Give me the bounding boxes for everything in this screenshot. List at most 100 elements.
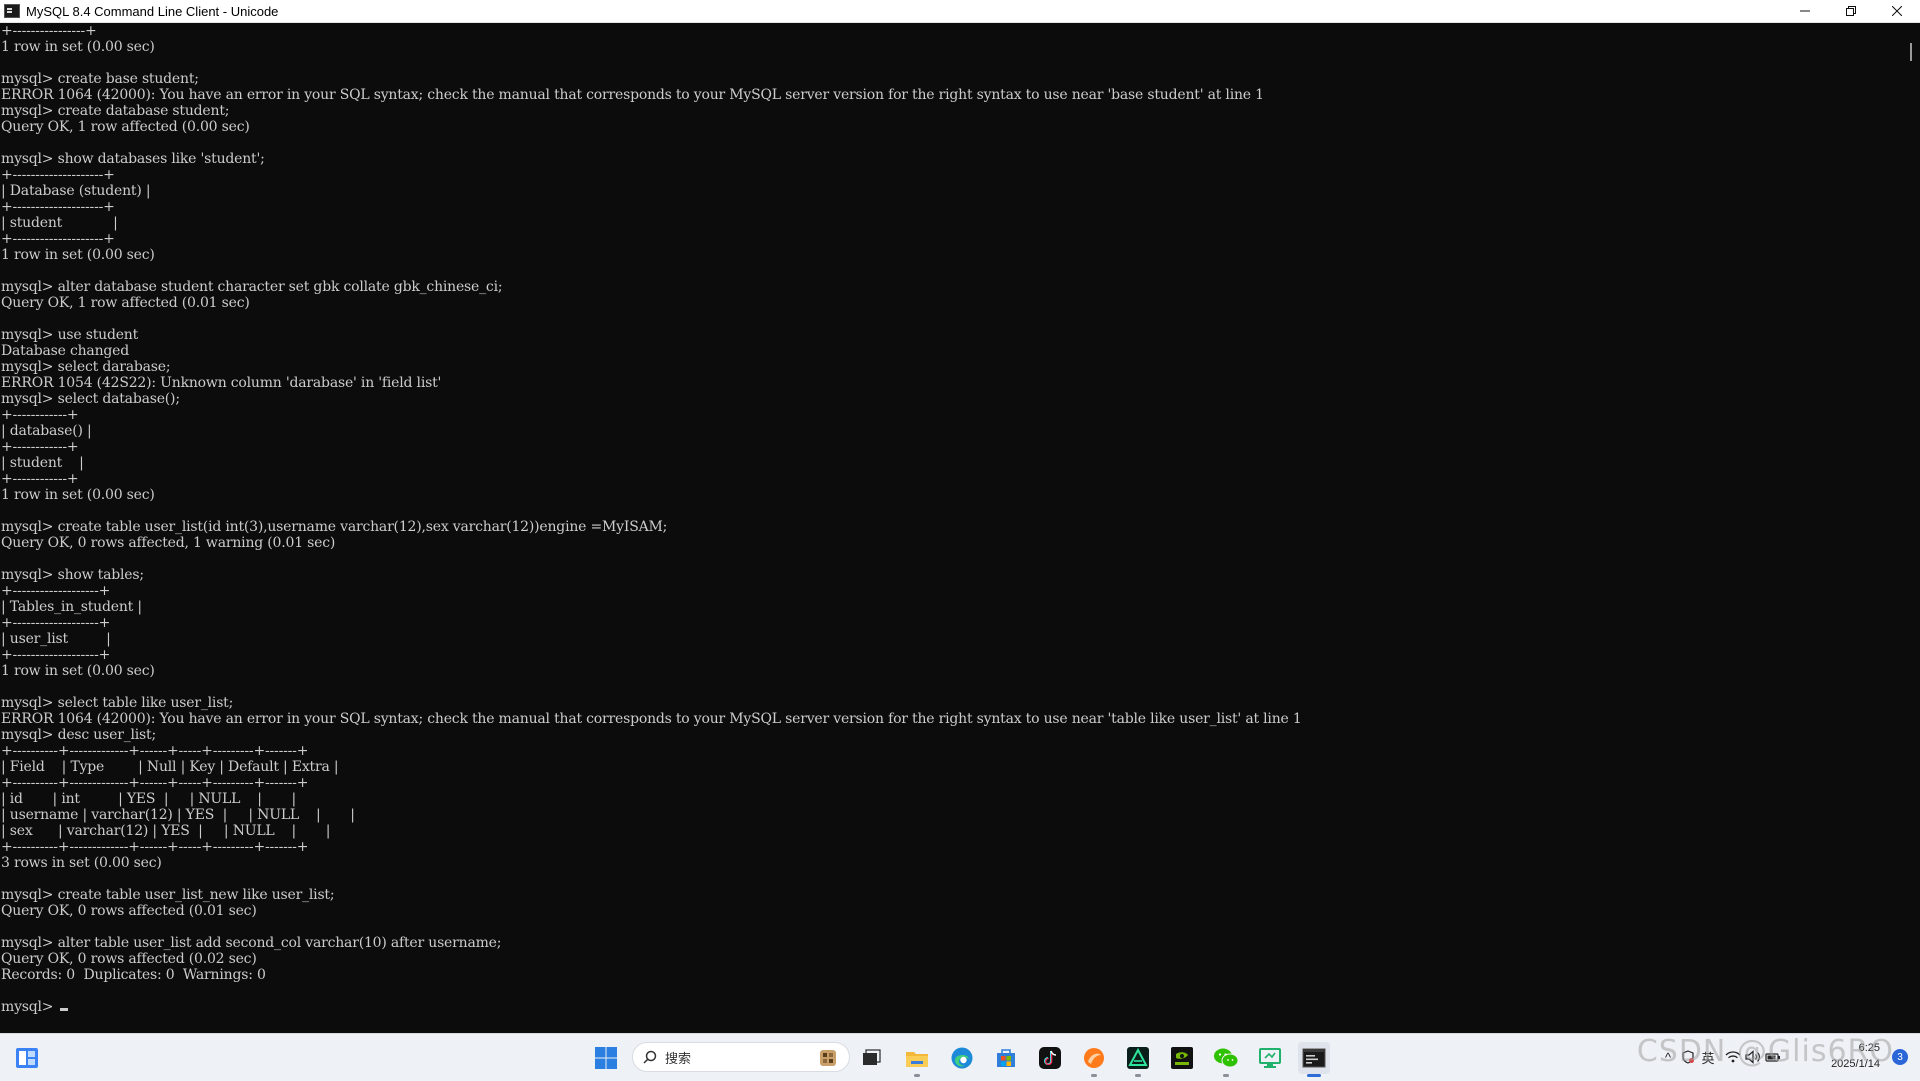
console-scrollbar[interactable] bbox=[1902, 23, 1920, 1033]
minimize-button[interactable] bbox=[1782, 0, 1828, 22]
running-indicator bbox=[1135, 1074, 1141, 1077]
ime-indicator[interactable]: 英 bbox=[1700, 1048, 1716, 1066]
mysql-console-icon bbox=[4, 4, 20, 18]
nvidia-taskbar-icon[interactable] bbox=[1166, 1042, 1198, 1074]
title-bar[interactable]: MySQL 8.4 Command Line Client - Unicode bbox=[0, 0, 1920, 23]
edge-icon bbox=[951, 1047, 973, 1069]
widgets-icon bbox=[16, 1048, 38, 1068]
console-window-icon bbox=[1302, 1048, 1326, 1068]
mysql-client-taskbar-icon[interactable] bbox=[1298, 1042, 1330, 1077]
triangle-app-icon bbox=[1127, 1047, 1149, 1069]
text-cursor bbox=[59, 1008, 68, 1011]
remote-desktop-taskbar-icon[interactable] bbox=[1254, 1042, 1286, 1074]
console-prompt-line[interactable]: mysql> bbox=[1, 999, 1902, 1015]
console-line: mysql> create base student; bbox=[1, 71, 199, 87]
console-line: Records: 0 Duplicates: 0 Warnings: 0 bbox=[1, 967, 266, 983]
search-highlight-icon bbox=[820, 1050, 836, 1066]
monitor-icon bbox=[1259, 1048, 1281, 1068]
console-line: | Field | Type | Null | Key | Default | … bbox=[1, 759, 339, 775]
search-label: 搜索 bbox=[665, 1050, 692, 1066]
window-controls bbox=[1782, 0, 1920, 22]
console-line: +----------+-------------+------+-----+-… bbox=[1, 743, 309, 759]
window-title: MySQL 8.4 Command Line Client - Unicode bbox=[26, 3, 279, 19]
console-line: +-------------------+ bbox=[1, 647, 111, 663]
console-line: | database() | bbox=[1, 423, 92, 439]
folder-taskbar-icon[interactable] bbox=[901, 1042, 933, 1077]
console-line: +--------------------+ bbox=[1, 231, 115, 247]
folder-icon bbox=[906, 1052, 928, 1067]
console-line: +----------+-------------+------+-----+-… bbox=[1, 839, 309, 855]
console-prompt: mysql> bbox=[1, 999, 58, 1015]
speaker-icon bbox=[1745, 1050, 1760, 1064]
console-line: | id | int | YES | | NULL | | bbox=[1, 791, 296, 807]
console-line: 3 rows in set (0.00 sec) bbox=[1, 855, 162, 871]
console-text: +----------------+ 1 row in set (0.00 se… bbox=[0, 23, 1902, 999]
close-button[interactable] bbox=[1874, 0, 1920, 22]
restore-button[interactable] bbox=[1828, 0, 1874, 22]
console-line: +----------+-------------+------+-----+-… bbox=[1, 775, 309, 791]
console-line: Query OK, 1 row affected (0.00 sec) bbox=[1, 119, 250, 135]
close-icon bbox=[1892, 6, 1902, 16]
system-tray: ^ 英 6:25 2025/1/14 3 bbox=[1640, 1034, 1920, 1081]
console-line: +------------+ bbox=[1, 439, 79, 455]
console-line: +----------------+ bbox=[1, 23, 97, 39]
console-line: mysql> desc user_list; bbox=[1, 727, 156, 743]
orange-app-taskbar-icon[interactable] bbox=[1078, 1042, 1110, 1077]
notification-badge[interactable]: 3 bbox=[1892, 1049, 1908, 1065]
scrollbar-thumb[interactable] bbox=[1910, 43, 1912, 61]
console-line: mysql> create table user_list_new like u… bbox=[1, 887, 335, 903]
running-indicator bbox=[1223, 1074, 1229, 1077]
wechat-taskbar-icon[interactable] bbox=[1210, 1042, 1242, 1077]
console-line: mysql> create database student; bbox=[1, 103, 230, 119]
console-output-area[interactable]: +----------------+ 1 row in set (0.00 se… bbox=[0, 23, 1902, 1033]
battery-tray-button[interactable] bbox=[1764, 1048, 1782, 1066]
tray-status-icon[interactable] bbox=[1680, 1048, 1696, 1066]
green-triangle-app-taskbar-icon[interactable] bbox=[1122, 1042, 1154, 1077]
tiktok-icon bbox=[1039, 1047, 1061, 1069]
widgets-button[interactable] bbox=[14, 1045, 40, 1071]
console-line: 1 row in set (0.00 sec) bbox=[1, 39, 155, 55]
console-line: mysql> show tables; bbox=[1, 567, 144, 583]
console-line: mysql> use student bbox=[1, 327, 139, 343]
file-explorer-taskbar-icon[interactable] bbox=[855, 1042, 887, 1074]
taskbar-clock[interactable]: 6:25 2025/1/14 bbox=[1810, 1040, 1880, 1072]
console-line: | student | bbox=[1, 215, 118, 231]
console-line: | username | varchar(12) | YES | | NULL … bbox=[1, 807, 355, 823]
store-icon bbox=[997, 1049, 1015, 1067]
edge-browser-taskbar-icon[interactable] bbox=[946, 1042, 978, 1074]
tray-overflow-chevron[interactable]: ^ bbox=[1660, 1048, 1676, 1066]
wifi-icon bbox=[1725, 1051, 1741, 1063]
console-line: +------------+ bbox=[1, 471, 79, 487]
console-line: mysql> alter database student character … bbox=[1, 279, 503, 295]
console-line: | Database (student) | bbox=[1, 183, 151, 199]
search-icon bbox=[643, 1050, 657, 1064]
console-line: +--------------------+ bbox=[1, 199, 115, 215]
console-line: ERROR 1064 (42000): You have an error in… bbox=[1, 87, 1264, 103]
network-tray-button[interactable] bbox=[1724, 1048, 1742, 1066]
console-line: +------------+ bbox=[1, 407, 79, 423]
alert-shield-icon bbox=[1682, 1050, 1694, 1064]
console-line: mysql> create table user_list(id int(3),… bbox=[1, 519, 668, 535]
active-indicator bbox=[1307, 1074, 1321, 1077]
orange-swirl-icon bbox=[1084, 1048, 1104, 1068]
start-button[interactable] bbox=[592, 1044, 620, 1072]
minimize-icon bbox=[1800, 10, 1810, 12]
restore-icon bbox=[1846, 6, 1856, 16]
console-line: | Tables_in_student | bbox=[1, 599, 142, 615]
clock-date: 2025/1/14 bbox=[1831, 1058, 1880, 1070]
console-line: 1 row in set (0.00 sec) bbox=[1, 487, 155, 503]
console-line: +--------------------+ bbox=[1, 167, 115, 183]
taskbar-search-box[interactable]: 搜索 bbox=[632, 1042, 850, 1072]
console-line: 1 row in set (0.00 sec) bbox=[1, 663, 155, 679]
console-line: ERROR 1054 (42S22): Unknown column 'dara… bbox=[1, 375, 442, 391]
microsoft-store-taskbar-icon[interactable] bbox=[990, 1042, 1022, 1074]
tiktok-taskbar-icon[interactable] bbox=[1034, 1042, 1066, 1074]
console-line: mysql> show databases like 'student'; bbox=[1, 151, 265, 167]
volume-tray-button[interactable] bbox=[1744, 1048, 1762, 1066]
console-line: +-------------------+ bbox=[1, 583, 111, 599]
windows-logo-icon bbox=[595, 1047, 617, 1069]
console-line: +-------------------+ bbox=[1, 615, 111, 631]
task-view-icon bbox=[863, 1049, 881, 1065]
console-line: mysql> select database(); bbox=[1, 391, 180, 407]
console-line: mysql> alter table user_list add second_… bbox=[1, 935, 502, 951]
